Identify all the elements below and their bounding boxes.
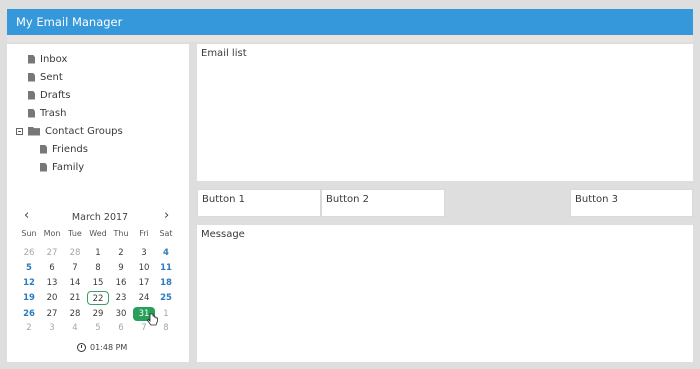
tree-item-sent[interactable]: Sent (28, 69, 63, 85)
calendar-day[interactable]: 22 (87, 291, 109, 305)
file-icon (28, 90, 35, 100)
calendar-day[interactable]: 6 (110, 321, 132, 335)
button-3[interactable]: Button 3 (570, 189, 693, 217)
weekday-header: Tue (68, 229, 82, 238)
tree-item-friends[interactable]: Friends (40, 141, 88, 157)
file-icon (40, 162, 47, 172)
tree-item-label: Drafts (40, 89, 71, 101)
app-header: My Email Manager (7, 9, 693, 35)
email-list-label: Email list (201, 48, 247, 59)
message-pane[interactable]: Message (197, 225, 693, 362)
file-icon (28, 108, 35, 118)
email-list-pane[interactable]: Email list (197, 44, 693, 181)
calendar-day[interactable]: 11 (155, 261, 177, 275)
calendar-day[interactable]: 27 (41, 246, 63, 260)
collapse-toggle-icon[interactable] (16, 127, 23, 135)
calendar-day[interactable]: 9 (110, 261, 132, 275)
calendar-day[interactable]: 20 (41, 291, 63, 305)
folder-open-icon (28, 126, 40, 136)
time-label: 01:48 PM (90, 343, 128, 352)
calendar-day[interactable]: 8 (87, 261, 109, 275)
weekday-header: Mon (43, 229, 61, 238)
file-icon (28, 54, 35, 64)
tree-item-family[interactable]: Family (40, 159, 84, 175)
calendar-day[interactable]: 17 (133, 276, 155, 290)
button-1[interactable]: Button 1 (197, 189, 321, 217)
calendar-day[interactable]: 27 (41, 307, 63, 321)
chevron-right-icon: › (164, 208, 170, 223)
calendar-day[interactable]: 14 (64, 276, 86, 290)
calendar-day[interactable]: 12 (18, 276, 40, 290)
clock-time: 01:48 PM (77, 343, 127, 352)
tree-item-label: Sent (40, 71, 63, 83)
hand-cursor-icon (147, 313, 158, 326)
calendar-day[interactable]: 3 (133, 246, 155, 260)
weekday-header: Sat (159, 229, 173, 238)
calendar-day[interactable]: 2 (110, 246, 132, 260)
calendar-day[interactable]: 4 (155, 246, 177, 260)
file-icon (28, 72, 35, 82)
calendar-day[interactable]: 6 (41, 261, 63, 275)
calendar-day[interactable]: 24 (133, 291, 155, 305)
clock-icon (77, 343, 86, 352)
tree-item-contact-groups[interactable]: Contact Groups (16, 123, 123, 139)
calendar-day[interactable]: 21 (64, 291, 86, 305)
button-2[interactable]: Button 2 (321, 189, 445, 217)
weekday-header: Fri (139, 229, 149, 238)
calendar-day[interactable]: 16 (110, 276, 132, 290)
calendar-day[interactable]: 23 (110, 291, 132, 305)
calendar-day[interactable]: 30 (110, 307, 132, 321)
file-icon (40, 144, 47, 154)
calendar-next-button[interactable]: › (164, 208, 170, 223)
calendar-day[interactable]: 28 (64, 307, 86, 321)
weekday-header: Wed (89, 229, 107, 238)
calendar-day[interactable]: 3 (41, 321, 63, 335)
calendar-prev-button[interactable]: ‹ (24, 208, 30, 223)
tree-item-label: Contact Groups (45, 125, 123, 137)
tree-item-drafts[interactable]: Drafts (28, 87, 70, 103)
chevron-left-icon: ‹ (24, 208, 30, 223)
calendar-day[interactable]: 13 (41, 276, 63, 290)
calendar-day[interactable]: 15 (87, 276, 109, 290)
message-label: Message (201, 229, 245, 240)
calendar-day[interactable]: 19 (18, 291, 40, 305)
calendar-day[interactable]: 5 (18, 261, 40, 275)
weekday-header: Sun (21, 229, 37, 238)
tree-item-label: Trash (40, 107, 67, 119)
calendar-day[interactable]: 18 (155, 276, 177, 290)
app-title: My Email Manager (16, 15, 123, 29)
calendar-day[interactable]: 26 (18, 307, 40, 321)
tree-item-label: Family (52, 161, 85, 173)
calendar-day[interactable]: 7 (64, 261, 86, 275)
calendar-day[interactable]: 26 (18, 246, 40, 260)
calendar-day[interactable]: 2 (18, 321, 40, 335)
header-divider (7, 35, 693, 42)
calendar-day[interactable]: 29 (87, 307, 109, 321)
tree-item-inbox[interactable]: Inbox (28, 51, 67, 67)
calendar-day[interactable]: 4 (64, 321, 86, 335)
weekday-header: Thu (113, 229, 129, 238)
tree-item-label: Inbox (40, 53, 68, 65)
calendar-day[interactable]: 1 (87, 246, 109, 260)
calendar-day[interactable]: 25 (155, 291, 177, 305)
calendar-day[interactable]: 5 (87, 321, 109, 335)
calendar-day[interactable]: 28 (64, 246, 86, 260)
calendar-day[interactable]: 10 (133, 261, 155, 275)
calendar-month-label: March 2017 (71, 212, 129, 223)
tree-item-trash[interactable]: Trash (28, 105, 66, 121)
tree-item-label: Friends (52, 143, 88, 155)
